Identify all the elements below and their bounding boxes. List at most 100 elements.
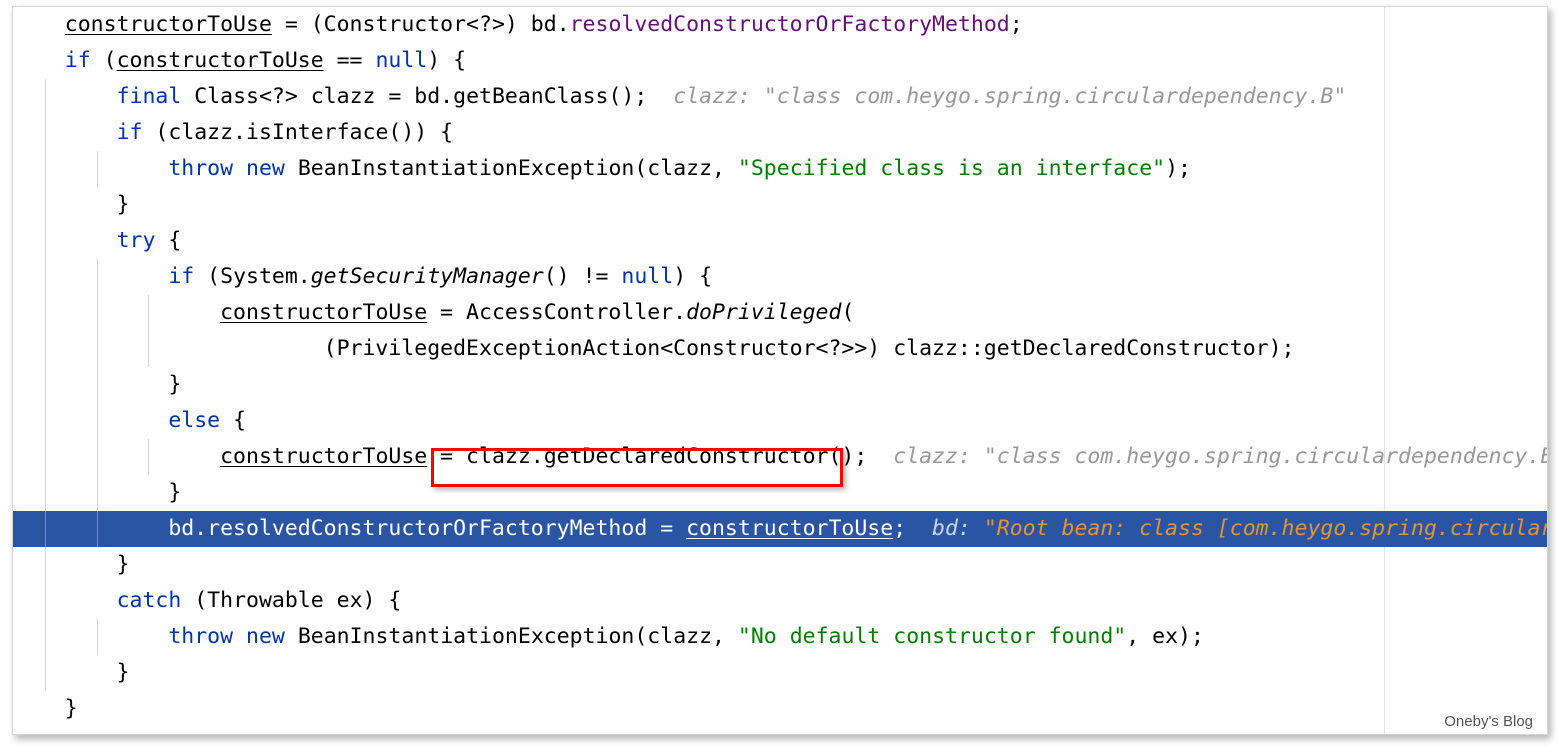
code-line-text: if (constructorToUse == null) { — [13, 48, 466, 73]
code-line[interactable]: if (System.getSecurityManager() != null)… — [13, 259, 1547, 295]
code-line[interactable]: } — [13, 547, 1547, 583]
code-content-area[interactable]: constructorToUse = (Constructor<?>) bd.r… — [13, 7, 1547, 734]
code-line[interactable]: if (clazz.isInterface()) { — [13, 115, 1547, 151]
code-token-ident-under: constructorToUse — [220, 300, 428, 325]
code-token-plain: } — [13, 372, 182, 397]
code-token-kw: try — [116, 228, 156, 253]
code-token-hint: clazz: — [893, 444, 971, 469]
code-line[interactable]: } — [13, 187, 1547, 223]
code-token-plain: (PrivilegedExceptionAction<Constructor<?… — [13, 336, 1295, 361]
code-token-plain: , ex); — [1126, 624, 1204, 649]
editor-panel: constructorToUse = (Constructor<?>) bd.r… — [12, 6, 1548, 735]
code-token-kw: if — [64, 48, 91, 73]
code-token-ident-under: constructorToUse — [686, 516, 894, 541]
code-line[interactable]: else { — [13, 403, 1547, 439]
code-token-plain: = AccessController. — [427, 300, 687, 325]
code-line[interactable]: constructorToUse = AccessController.doPr… — [13, 295, 1547, 331]
code-line[interactable]: throw new BeanInstantiationException(cla… — [13, 151, 1547, 187]
code-line[interactable]: } — [13, 367, 1547, 403]
code-token-kw: new — [246, 156, 285, 181]
code-token-plain: { — [155, 228, 182, 253]
code-token-plain: ( — [90, 48, 117, 73]
code-line[interactable]: constructorToUse = clazz.getDeclaredCons… — [13, 439, 1547, 475]
code-line[interactable]: constructorToUse = (Constructor<?>) bd.r… — [13, 7, 1547, 43]
code-token-stm: getSecurityManager — [310, 264, 544, 289]
code-token-plain: BeanInstantiationException(clazz, — [284, 156, 738, 181]
code-token-stm: doPrivileged — [686, 300, 842, 325]
code-editor-screenshot: constructorToUse = (Constructor<?>) bd.r… — [0, 0, 1562, 752]
code-line-text: constructorToUse = AccessController.doPr… — [13, 300, 854, 325]
code-token-plain: (clazz.isInterface()) { — [142, 120, 454, 145]
code-token-plain: } — [13, 480, 182, 505]
code-token-plain: == — [323, 48, 376, 73]
code-line[interactable]: } — [13, 691, 1547, 727]
code-token-hint-val: "class com.heygo.spring.circulardependen… — [763, 84, 1347, 109]
code-line-text: final Class<?> clazz = bd.getBeanClass()… — [13, 84, 1347, 109]
code-token-kw: throw — [168, 624, 234, 649]
code-line-text: throw new BeanInstantiationException(cla… — [13, 156, 1191, 181]
code-token-plain: = clazz.getDeclaredConstructor(); — [427, 444, 868, 469]
code-token-plain: = (Constructor<?>) bd. — [271, 12, 570, 37]
code-token-ident-under: constructorToUse — [116, 48, 324, 73]
code-line[interactable]: } — [13, 475, 1547, 511]
code-token-plain: (System. — [194, 264, 311, 289]
code-token-kw: null — [621, 264, 674, 289]
code-token-kw: if — [168, 264, 195, 289]
code-token-plain: ) { — [427, 48, 467, 73]
code-line-text: } — [13, 552, 130, 577]
code-line-text: constructorToUse = clazz.getDeclaredCons… — [13, 444, 1547, 469]
code-line-text: catch (Throwable ex) { — [13, 588, 402, 613]
code-line[interactable]: final Class<?> clazz = bd.getBeanClass()… — [13, 79, 1547, 115]
code-token-plain: { — [220, 408, 247, 433]
code-token-plain: ( — [841, 300, 855, 325]
code-line[interactable]: try { — [13, 223, 1547, 259]
code-line[interactable]: throw new BeanInstantiationException(cla… — [13, 619, 1547, 655]
code-token-hint: bd: — [932, 516, 971, 541]
code-line[interactable]: catch (Throwable ex) { — [13, 583, 1547, 619]
code-line-text: try { — [13, 228, 182, 253]
code-line-text: throw new BeanInstantiationException(cla… — [13, 624, 1204, 649]
code-token-plain: () != — [543, 264, 622, 289]
code-line[interactable]: } — [13, 655, 1547, 691]
code-line-text: } — [13, 480, 181, 505]
code-line-text: (PrivilegedExceptionAction<Constructor<?… — [13, 336, 1295, 361]
code-token-plain: } — [13, 660, 130, 685]
code-token-plain: ) { — [673, 264, 713, 289]
code-line-text: } — [13, 696, 78, 721]
code-token-plain: ; — [893, 516, 907, 541]
code-token-plain: } — [13, 552, 130, 577]
code-line-text: } — [13, 192, 130, 217]
code-token-kw: throw — [168, 156, 234, 181]
code-token-plain: BeanInstantiationException(clazz, — [284, 624, 738, 649]
code-line-text: if (System.getSecurityManager() != null)… — [13, 264, 712, 289]
code-line-text: } — [13, 372, 181, 397]
code-line[interactable]: (PrivilegedExceptionAction<Constructor<?… — [13, 331, 1547, 367]
code-token-plain: (Throwable ex) { — [181, 588, 402, 613]
code-token-kw: catch — [116, 588, 182, 613]
code-token-hint-val: "Root bean: class [com.heygo.spring.circ… — [983, 516, 1547, 541]
code-token-plain: } — [13, 192, 130, 217]
code-line-selected[interactable]: bd.resolvedConstructorOrFactoryMethod = … — [13, 511, 1547, 547]
code-token-plain: ); — [1165, 156, 1191, 181]
code-token-ident-under: constructorToUse — [64, 12, 272, 37]
code-line[interactable]: if (constructorToUse == null) { — [13, 43, 1547, 79]
code-line-text: } — [13, 660, 130, 685]
